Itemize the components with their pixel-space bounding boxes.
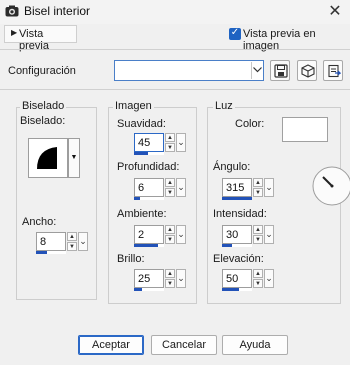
resource-button[interactable] bbox=[297, 60, 317, 81]
width-slider-fill bbox=[36, 251, 47, 254]
luz-group-title: Luz bbox=[213, 100, 235, 112]
config-label: Configuración bbox=[8, 65, 76, 77]
bevel-shape-label: Biselado: bbox=[20, 115, 66, 127]
depth-input[interactable]: 6 bbox=[134, 178, 164, 197]
slider-dropdown-icon[interactable]: ⌄ bbox=[176, 225, 186, 244]
brightness-value: 25 bbox=[138, 273, 151, 285]
depth-value: 6 bbox=[138, 182, 145, 194]
smoothness-slider-fill bbox=[134, 152, 148, 155]
increment-arrow-icon[interactable]: ▲ bbox=[253, 269, 263, 278]
cube-icon bbox=[301, 64, 315, 78]
width-value: 8 bbox=[40, 236, 47, 248]
decrement-arrow-icon[interactable]: ▼ bbox=[165, 279, 175, 288]
smoothness-label: Suavidad: bbox=[117, 118, 166, 130]
angle-slider-fill bbox=[222, 197, 252, 200]
config-combobox[interactable] bbox=[114, 60, 264, 81]
cancel-button[interactable]: Cancelar bbox=[151, 335, 217, 355]
bevel-shape-dropdown[interactable]: ▼ bbox=[68, 138, 80, 178]
smoothness-input[interactable]: 45 bbox=[134, 133, 164, 152]
ambience-value: 2 bbox=[138, 229, 145, 241]
width-label: Ancho: bbox=[22, 216, 57, 228]
elevation-slider-fill bbox=[222, 288, 239, 291]
imagen-group-title: Imagen bbox=[113, 100, 154, 112]
angle-value: 315 bbox=[226, 182, 245, 194]
angle-label: Ángulo: bbox=[213, 161, 251, 173]
intensity-value: 30 bbox=[226, 229, 239, 241]
elevation-spinner[interactable]: 50 ▲ ▼ ⌄ bbox=[222, 269, 274, 291]
window-title: Bisel interior bbox=[24, 4, 91, 18]
slider-dropdown-icon[interactable]: ⌄ bbox=[176, 269, 186, 288]
decrement-arrow-icon[interactable]: ▼ bbox=[165, 235, 175, 244]
slider-dropdown-icon[interactable]: ⌄ bbox=[176, 178, 186, 197]
elevation-input[interactable]: 50 bbox=[222, 269, 252, 288]
chevron-down-icon[interactable] bbox=[251, 62, 263, 79]
reset-defaults-button[interactable] bbox=[323, 60, 343, 81]
brightness-slider-fill bbox=[134, 288, 142, 291]
close-button[interactable]: ✕ bbox=[326, 3, 344, 21]
save-icon bbox=[274, 64, 288, 78]
slider-dropdown-icon[interactable]: ⌄ bbox=[264, 225, 274, 244]
brightness-spinner[interactable]: 25 ▲ ▼ ⌄ bbox=[134, 269, 186, 291]
decrement-arrow-icon[interactable]: ▼ bbox=[253, 188, 263, 197]
intensity-slider-fill bbox=[222, 244, 232, 247]
increment-arrow-icon[interactable]: ▲ bbox=[253, 225, 263, 234]
preview-in-image-checkbox[interactable]: ✓ bbox=[229, 27, 241, 40]
angle-input[interactable]: 315 bbox=[222, 178, 252, 197]
ambience-spinner[interactable]: 2 ▲ ▼ ⌄ bbox=[134, 225, 186, 247]
color-label: Color: bbox=[235, 118, 265, 130]
bevel-shape-icon bbox=[37, 147, 57, 169]
save-preset-button[interactable] bbox=[270, 60, 290, 81]
expand-arrow-icon: ▶ bbox=[11, 28, 18, 37]
light-color-swatch[interactable] bbox=[282, 117, 328, 142]
slider-dropdown-icon[interactable]: ⌄ bbox=[176, 133, 186, 152]
elevation-label: Elevación: bbox=[213, 253, 264, 265]
depth-slider-fill bbox=[134, 197, 140, 200]
elevation-value: 50 bbox=[226, 273, 239, 285]
angle-spinner[interactable]: 315 ▲ ▼ ⌄ bbox=[222, 178, 274, 200]
smoothness-spinner[interactable]: 45 ▲ ▼ ⌄ bbox=[134, 133, 186, 155]
depth-spinner[interactable]: 6 ▲ ▼ ⌄ bbox=[134, 178, 186, 200]
ambience-slider-fill bbox=[134, 244, 158, 247]
brightness-input[interactable]: 25 bbox=[134, 269, 164, 288]
increment-arrow-icon[interactable]: ▲ bbox=[67, 232, 77, 241]
increment-arrow-icon[interactable]: ▲ bbox=[165, 133, 175, 142]
ambience-label: Ambiente: bbox=[117, 208, 167, 220]
increment-arrow-icon[interactable]: ▲ bbox=[165, 178, 175, 187]
decrement-arrow-icon[interactable]: ▼ bbox=[165, 188, 175, 197]
ok-button[interactable]: Aceptar bbox=[78, 335, 144, 355]
increment-arrow-icon[interactable]: ▲ bbox=[165, 269, 175, 278]
brightness-label: Brillo: bbox=[117, 253, 145, 265]
decrement-arrow-icon[interactable]: ▼ bbox=[253, 235, 263, 244]
app-icon bbox=[5, 5, 19, 17]
bevel-shape-preview[interactable] bbox=[28, 138, 68, 178]
biselado-group bbox=[16, 107, 97, 300]
decrement-arrow-icon[interactable]: ▼ bbox=[165, 143, 175, 152]
angle-dial-icon[interactable] bbox=[311, 165, 350, 207]
slider-dropdown-icon[interactable]: ⌄ bbox=[264, 269, 274, 288]
width-input[interactable]: 8 bbox=[36, 232, 66, 251]
smoothness-value: 45 bbox=[138, 137, 151, 149]
divider bbox=[0, 89, 350, 90]
ambience-input[interactable]: 2 bbox=[134, 225, 164, 244]
intensity-spinner[interactable]: 30 ▲ ▼ ⌄ bbox=[222, 225, 274, 247]
slider-dropdown-icon[interactable]: ⌄ bbox=[78, 232, 88, 251]
checkmark-icon: ✓ bbox=[230, 27, 240, 38]
increment-arrow-icon[interactable]: ▲ bbox=[165, 225, 175, 234]
increment-arrow-icon[interactable]: ▲ bbox=[253, 178, 263, 187]
intensity-label: Intensidad: bbox=[213, 208, 267, 220]
decrement-arrow-icon[interactable]: ▼ bbox=[253, 279, 263, 288]
reset-icon bbox=[328, 64, 341, 78]
preview-toggle-button[interactable]: ▶ Vista previa bbox=[4, 25, 77, 52]
divider bbox=[0, 49, 350, 50]
decrement-arrow-icon[interactable]: ▼ bbox=[67, 242, 77, 251]
width-spinner[interactable]: 8 ▲ ▼ ⌄ bbox=[36, 232, 88, 254]
intensity-input[interactable]: 30 bbox=[222, 225, 252, 244]
biselado-group-title: Biselado bbox=[20, 100, 67, 112]
slider-dropdown-icon[interactable]: ⌄ bbox=[264, 178, 274, 197]
help-button[interactable]: Ayuda bbox=[222, 335, 288, 355]
depth-label: Profundidad: bbox=[117, 161, 180, 173]
